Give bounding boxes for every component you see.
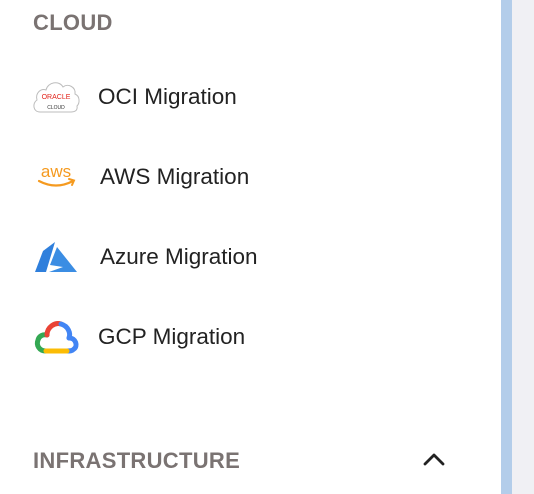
menu-item-label: Azure Migration	[100, 244, 258, 269]
section-heading-cloud: CLOUD	[33, 10, 113, 35]
menu-item-aws-migration[interactable]: aws AWS Migration	[30, 149, 470, 205]
svg-text:aws: aws	[41, 162, 71, 181]
sidebar-panel: CLOUD ORACLE CLOUD OCI Migration aws AWS…	[0, 0, 501, 494]
page: CLOUD ORACLE CLOUD OCI Migration aws AWS…	[0, 0, 534, 494]
chevron-up-icon	[422, 451, 446, 472]
menu-item-label: GCP Migration	[98, 324, 246, 349]
collapse-toggle-button[interactable]	[418, 447, 450, 475]
aws-icon: aws	[30, 151, 82, 203]
azure-icon	[30, 231, 82, 283]
gcp-icon	[30, 311, 82, 363]
menu-item-gcp-migration[interactable]: GCP Migration	[30, 309, 470, 365]
oracle-cloud-icon: ORACLE CLOUD	[30, 71, 82, 123]
content-background	[512, 0, 534, 494]
section-heading-infrastructure[interactable]: INFRASTRUCTURE	[33, 448, 240, 474]
menu-item-label: OCI Migration	[98, 84, 237, 109]
svg-text:ORACLE: ORACLE	[42, 94, 71, 101]
menu-item-oci-migration[interactable]: ORACLE CLOUD OCI Migration	[30, 69, 470, 125]
scroll-accent-bar	[501, 0, 512, 494]
menu-item-azure-migration[interactable]: Azure Migration	[30, 229, 470, 285]
menu-item-label: AWS Migration	[100, 164, 250, 189]
svg-text:CLOUD: CLOUD	[47, 105, 65, 111]
